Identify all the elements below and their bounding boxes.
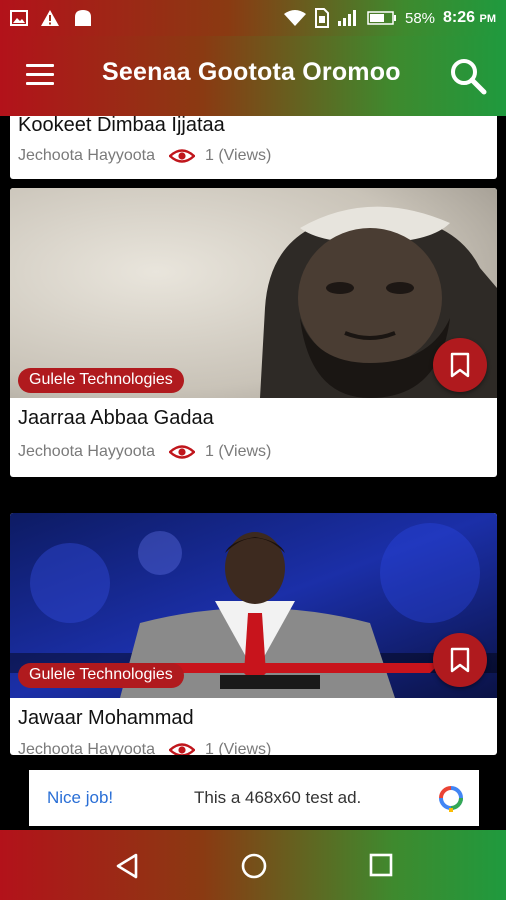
system-nav-bar: [0, 830, 506, 900]
bookmark-icon: [450, 647, 470, 673]
bookmark-button[interactable]: [433, 633, 487, 687]
eye-icon: [168, 149, 195, 163]
notification-icon: [75, 10, 91, 26]
article-title: Kookeet Dimbaa Ijjataa: [18, 116, 225, 136]
wifi-icon: [283, 10, 306, 26]
warning-icon: [41, 10, 59, 26]
status-bar: 58% 8:26 PM: [0, 0, 506, 36]
article-meta: Jechoota Hayyoota 1 (Views): [18, 443, 271, 461]
article-meta: Jechoota Hayyoota 1 (Views): [18, 147, 271, 165]
article-card[interactable]: Gulele Technologies Jawaar Mohammad Jech…: [10, 513, 497, 755]
ad-container: Nice job! This a 468x60 test ad.: [0, 766, 506, 830]
ad-nice-label: Nice job!: [47, 788, 114, 807]
article-views: 1 (Views): [204, 147, 272, 164]
battery-percent: 58%: [404, 9, 436, 27]
app-title: Seenaa Gootota Oromoo: [102, 58, 401, 86]
app-bar: Seenaa Gootota Oromoo: [0, 36, 506, 116]
recents-icon: [369, 853, 393, 877]
article-views: 1 (Views): [204, 443, 272, 460]
back-icon: [116, 853, 138, 879]
ad-logo-icon: [439, 786, 463, 812]
article-card[interactable]: Gulele Technologies Jaarraa Abbaa Gadaa …: [10, 188, 497, 477]
battery-icon: [367, 11, 396, 25]
article-card[interactable]: Kookeet Dimbaa Ijjataa Jechoota Hayyoota…: [10, 116, 497, 179]
back-button[interactable]: [114, 852, 140, 885]
article-meta: Jechoota Hayyoota 1 (Views): [18, 741, 271, 755]
article-feed[interactable]: Kookeet Dimbaa Ijjataa Jechoota Hayyoota…: [0, 116, 506, 766]
recents-button[interactable]: [368, 852, 394, 883]
article-category: Jechoota Hayyoota: [18, 741, 155, 755]
article-image[interactable]: [10, 188, 497, 398]
home-icon: [241, 853, 267, 879]
sim-icon: [314, 8, 329, 28]
bookmark-icon: [450, 352, 470, 378]
signal-icon: [337, 10, 356, 26]
clock: 8:26 PM: [443, 9, 496, 26]
search-icon: [451, 59, 487, 95]
article-category: Jechoota Hayyoota: [18, 443, 155, 460]
eye-icon: [168, 445, 195, 459]
article-views: 1 (Views): [204, 741, 272, 755]
article-title: Jaarraa Abbaa Gadaa: [18, 407, 214, 429]
hamburger-icon[interactable]: [26, 64, 54, 86]
category-tag[interactable]: Gulele Technologies: [18, 663, 184, 688]
category-tag[interactable]: Gulele Technologies: [18, 368, 184, 393]
article-title: Jawaar Mohammad: [18, 707, 194, 729]
ad-text: This a 468x60 test ad.: [194, 788, 362, 807]
image-icon: [10, 10, 28, 26]
eye-icon: [168, 743, 195, 755]
article-category: Jechoota Hayyoota: [18, 147, 155, 164]
home-button[interactable]: [240, 852, 268, 885]
ad-banner[interactable]: Nice job! This a 468x60 test ad.: [29, 770, 479, 826]
search-button[interactable]: [448, 56, 488, 96]
bookmark-button[interactable]: [433, 338, 487, 392]
